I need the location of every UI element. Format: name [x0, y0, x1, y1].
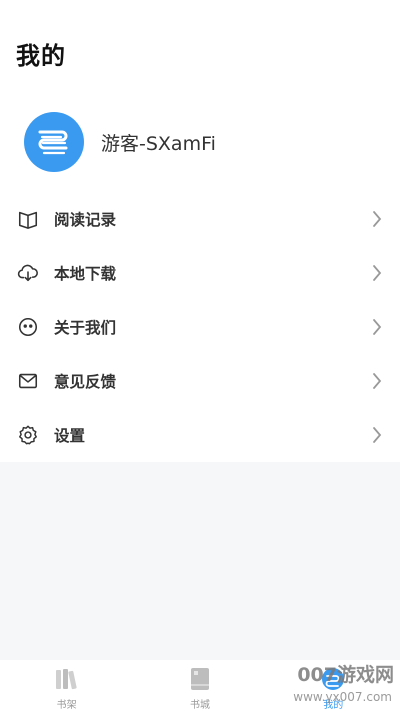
- chevron-right-icon: [370, 209, 384, 229]
- chevron-right-icon: [370, 371, 384, 391]
- mail-icon: [16, 369, 40, 393]
- gear-icon: [16, 423, 40, 447]
- menu-item-reading-history[interactable]: 阅读记录: [0, 192, 400, 246]
- menu-item-settings[interactable]: 设置: [0, 408, 400, 462]
- tab-bookshelf[interactable]: 书架: [0, 660, 133, 711]
- watermark-url: www.yx007.com: [293, 690, 392, 704]
- menu-label: 意见反馈: [54, 373, 117, 391]
- menu-label: 本地下载: [54, 265, 117, 283]
- page-title: 我的: [16, 42, 66, 70]
- chevron-right-icon: [370, 425, 384, 445]
- menu-item-about-us[interactable]: 关于我们: [0, 300, 400, 354]
- menu-item-feedback[interactable]: 意见反馈: [0, 354, 400, 408]
- menu-label: 阅读记录: [54, 211, 117, 229]
- tab-label: 书架: [56, 700, 77, 711]
- avatar[interactable]: [24, 112, 84, 172]
- wave-logo-icon: [38, 130, 68, 155]
- menu-label: 关于我们: [54, 319, 117, 337]
- menu-label: 设置: [54, 427, 86, 445]
- tab-label: 书城: [189, 700, 210, 711]
- book-store-icon: [187, 666, 213, 692]
- username: 游客-SXamFi: [101, 132, 216, 155]
- cloud-download-icon: [16, 261, 40, 285]
- bookshelf-icon: [54, 666, 80, 692]
- tab-book-store[interactable]: 书城: [133, 660, 266, 711]
- user-profile[interactable]: 游客-SXamFi: [24, 112, 216, 172]
- watermark-text: 007游戏网: [297, 664, 394, 686]
- content-panel: 我的 游客-SXamFi 阅读记录 本地下载 关于我们 意见反馈 设置: [0, 0, 400, 462]
- menu-item-local-download[interactable]: 本地下载: [0, 246, 400, 300]
- chevron-right-icon: [370, 317, 384, 337]
- chevron-right-icon: [370, 263, 384, 283]
- settings-menu: 阅读记录 本地下载 关于我们 意见反馈 设置: [0, 192, 400, 462]
- smiley-icon: [16, 315, 40, 339]
- book-open-icon: [16, 207, 40, 231]
